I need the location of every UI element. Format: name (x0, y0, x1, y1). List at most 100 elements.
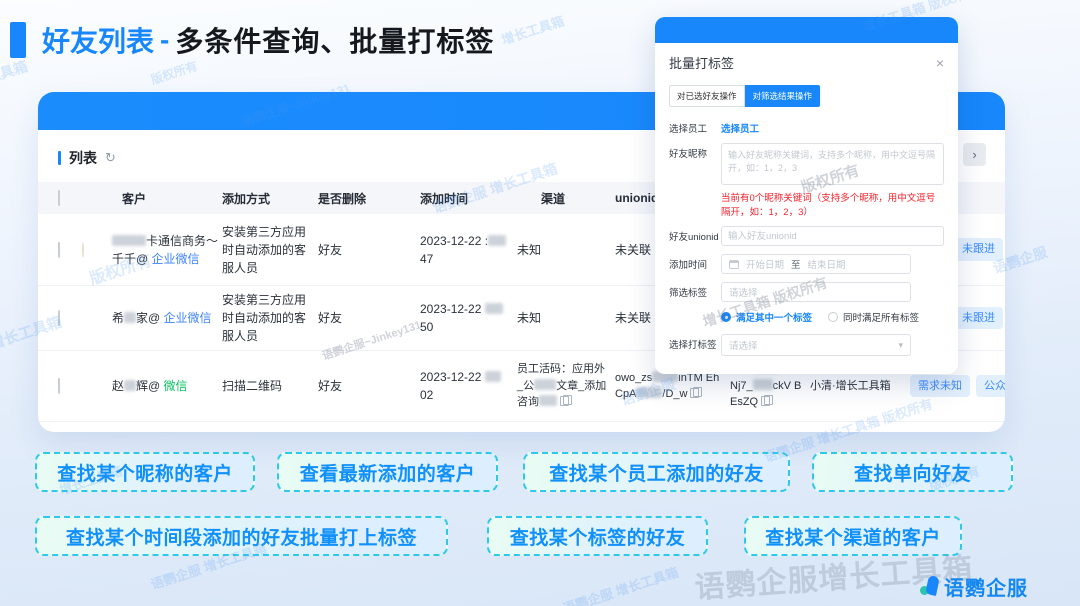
row-checkbox[interactable] (58, 241, 60, 258)
col-header-deleted: 是否删除 (318, 191, 367, 206)
col-header-channel: 渠道 (541, 191, 566, 206)
tag-filter-select[interactable]: 请选择 (721, 282, 911, 302)
row-checkbox[interactable] (58, 378, 60, 394)
brand-logo: 语鹦企服 (920, 572, 1028, 601)
watermark-text: 语鹦企服 增长工具箱 (560, 564, 681, 606)
channel-cell: 员工活码：应用外_公 文章_添加咨询 (517, 363, 607, 409)
redacted-text (636, 387, 663, 398)
status-badge: 未跟进 (954, 306, 1003, 330)
add-time-label: 添加时间 (669, 260, 708, 271)
wecom-badge: 企业微信 (163, 311, 212, 325)
copy-icon[interactable] (560, 395, 572, 407)
col-header-customer: 客户 (122, 191, 147, 206)
watermark-text: 工具箱 (0, 57, 30, 87)
employee-label: 选择员工 (669, 124, 708, 135)
section-title: 列表 (69, 150, 97, 166)
section-accent-bar (58, 151, 61, 165)
tag-badge: 需求未知 (910, 374, 970, 398)
radio-selected-icon (721, 312, 731, 322)
tags-cell: 需求未知 公众号 (906, 374, 1005, 398)
page-title-separator: - (160, 24, 170, 55)
deleted-cell: 好友 (318, 379, 343, 393)
wechat-badge: 微信 (163, 379, 188, 393)
redacted-text (484, 303, 503, 314)
redacted-text (488, 234, 507, 246)
brand-logo-text: 语鹦企服 (944, 578, 1028, 600)
nickname-input[interactable] (721, 143, 944, 185)
quick-query-nickname[interactable]: 查找某个昵称的客户 (35, 452, 255, 492)
tab-filter-result[interactable]: 对筛选结果操作 (744, 85, 821, 107)
quick-query-one-way-friend[interactable]: 查找单向好友 (812, 452, 1013, 492)
date-range-input[interactable]: 开始日期 至 结束日期 (721, 254, 911, 274)
screenshot-stage: 好友列表 - 多条件查询、批量打标签 列表 ↻ 客户 添加方式 是否删除 添加时… (0, 0, 1080, 606)
quick-query-time-range-batch-tag[interactable]: 查找某个时间段添加的好友批量打上标签 (35, 516, 448, 556)
channel-cell: 未知 (517, 311, 542, 325)
customer-cell: 希家@ 企业微信 (112, 311, 212, 325)
parrot-icon (920, 574, 940, 598)
apply-tag-select[interactable]: 请选择 ▾ (721, 334, 911, 356)
add-method-cell: 扫描二维码 (222, 379, 283, 393)
title-accent-block (10, 22, 26, 58)
channel-cell: 未知 (517, 242, 542, 257)
quick-query-by-employee[interactable]: 查找某个员工添加的好友 (523, 452, 790, 492)
radio-match-any[interactable]: 满足其中一个标签 (721, 310, 812, 324)
select-all-checkbox[interactable] (58, 190, 60, 206)
tag-badge: 公众号 (976, 374, 1005, 398)
copy-icon[interactable] (761, 395, 774, 407)
unionid-label: 好友unionid (669, 232, 719, 243)
nickname-label: 好友昵称 (669, 149, 708, 160)
radio-match-all[interactable]: 同时满足所有标签 (828, 310, 919, 324)
redacted-text (534, 378, 557, 390)
unionid-cell: owo_zs inTM EhCpA/D_w (615, 370, 720, 400)
add-method-cell: 安装第三方应用时自动添加的客服人员 (222, 224, 307, 275)
customer-cell: 卡通信商务～千千@ 企业微信 (112, 233, 219, 266)
chevron-down-icon: ▾ (898, 339, 903, 350)
status-badge: 未跟进 (954, 238, 1003, 261)
apply-tag-placeholder: 请选择 (729, 341, 758, 352)
modal-top-bar (655, 17, 958, 43)
watermark-text: 版权所有 (149, 58, 200, 88)
copy-icon[interactable] (690, 387, 703, 398)
add-method-cell: 安装第三方应用时自动添加的客服人员 (222, 293, 307, 343)
redacted-text (484, 371, 501, 382)
nickname-note: 当前有0个昵称关键词（支持多个昵称，用中文逗号隔开，如：1，2，3） (721, 193, 936, 218)
redacted-text (112, 234, 146, 246)
redacted-text (124, 312, 137, 323)
deleted-cell: 好友 (318, 242, 343, 257)
modal-title: 批量打标签 (669, 56, 735, 71)
tab-selected-friends[interactable]: 对已选好友操作 (669, 85, 745, 107)
modal-tabs: 对已选好友操作 对筛选结果操作 (669, 85, 944, 107)
add-time-cell: 2023-12-22 02 (414, 368, 513, 404)
owner-cell: 小清·增长工具箱 (810, 379, 891, 392)
watermark-text: 增长工具箱 (499, 13, 567, 48)
date-to-label: 至 (791, 260, 801, 271)
list-section-header: 列表 ↻ (58, 148, 116, 168)
add-time-cell: 2023-12-22 50 (414, 300, 513, 336)
row-checkbox[interactable] (58, 310, 60, 326)
tag-match-options: 满足其中一个标签 同时满足所有标签 (721, 310, 944, 324)
redacted-text (124, 380, 137, 391)
unionid-input[interactable] (721, 226, 944, 246)
select-employee-link[interactable]: 选择员工 (721, 118, 759, 135)
tag-filter-placeholder: 请选择 (729, 288, 758, 299)
next-page-button[interactable]: › (963, 143, 986, 166)
end-date-placeholder: 结束日期 (807, 260, 846, 271)
calendar-icon (729, 259, 739, 269)
avatar (82, 241, 84, 258)
refresh-icon[interactable]: ↻ (105, 150, 116, 166)
redacted-text (539, 395, 557, 407)
close-icon[interactable]: × (936, 56, 944, 70)
col-header-add-time: 添加时间 (420, 191, 469, 206)
page-title: 好友列表 - 多条件查询、批量打标签 (10, 20, 494, 60)
page-title-rest: 多条件查询、批量打标签 (175, 26, 495, 57)
deleted-cell: 好友 (318, 311, 343, 325)
apply-tag-label: 选择打标签 (669, 340, 717, 351)
customer-cell: 赵辉@ 微信 (112, 379, 188, 393)
quick-query-latest-added[interactable]: 查看最新添加的客户 (277, 452, 498, 492)
page-title-highlight: 好友列表 (42, 26, 155, 57)
quick-query-by-tag[interactable]: 查找某个标签的好友 (487, 516, 708, 556)
radio-unselected-icon (828, 312, 839, 322)
tag-filter-label: 筛选标签 (669, 288, 708, 299)
redacted-text (752, 378, 773, 390)
col-header-add-method: 添加方式 (222, 191, 271, 206)
